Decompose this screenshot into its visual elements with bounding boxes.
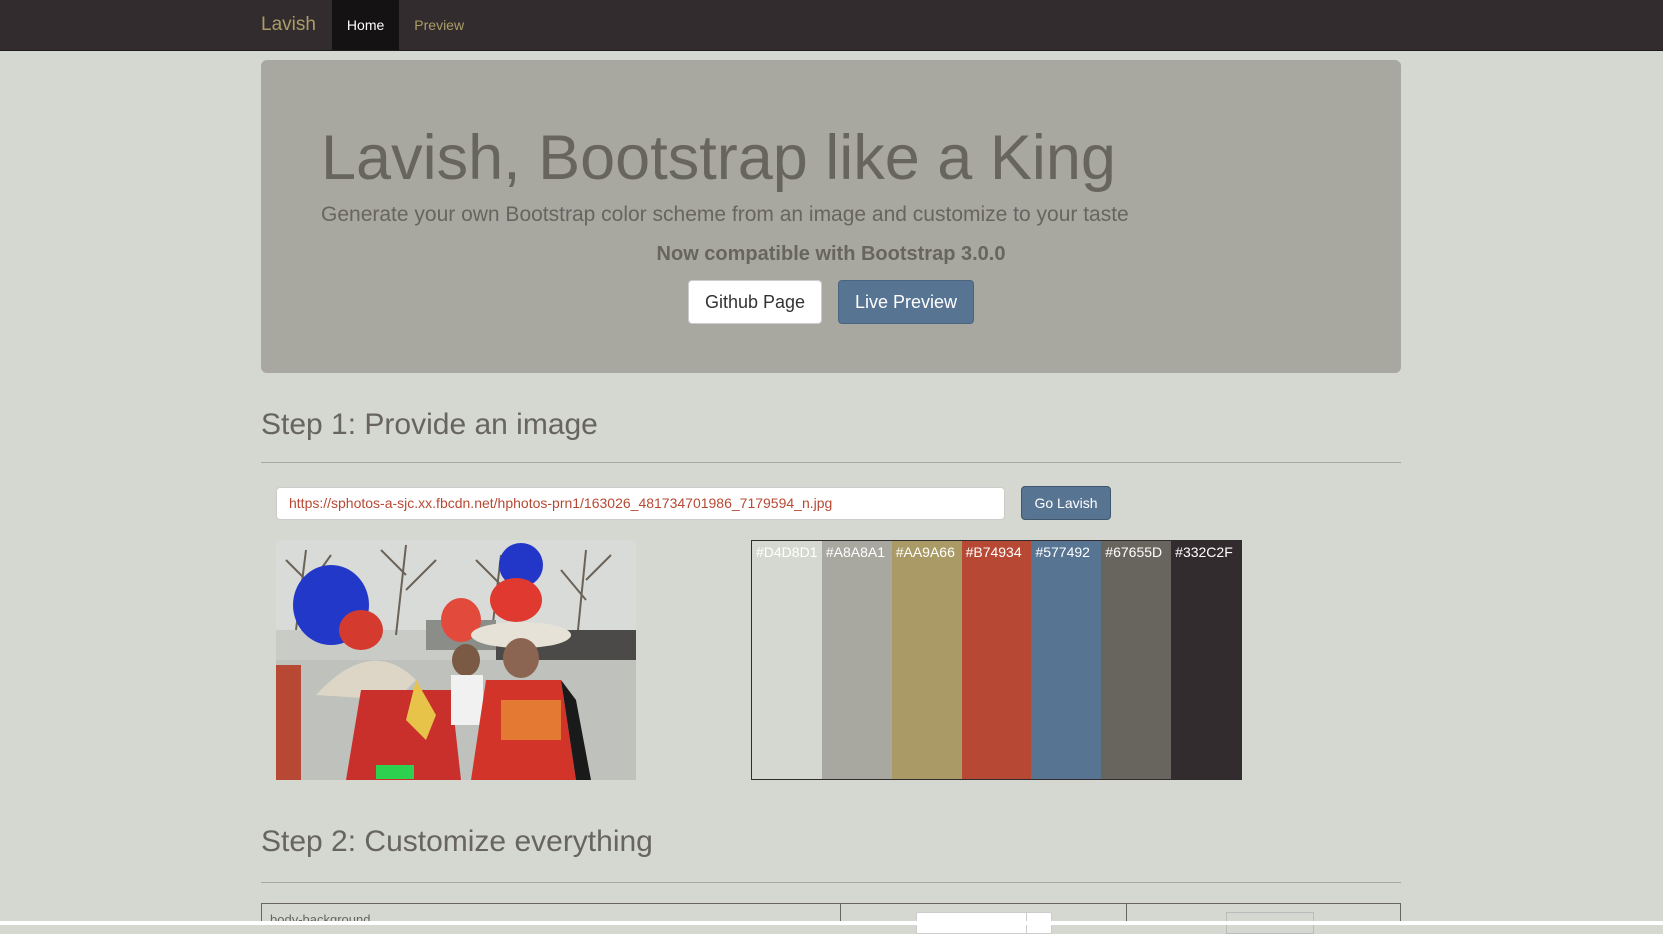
hero-jumbotron: Lavish, Bootstrap like a King Generate y… [261,60,1401,373]
live-preview-button[interactable]: Live Preview [838,280,974,324]
navbar-content: Lavish Home Preview [261,0,479,50]
go-lavish-button[interactable]: Go Lavish [1021,486,1111,520]
palette-swatch[interactable]: #D4D8D1 [752,541,822,779]
nav-item-preview[interactable]: Preview [399,0,479,50]
step1-divider [261,462,1401,463]
palette-swatch[interactable]: #67655D [1101,541,1172,779]
top-navbar: Lavish Home Preview [0,0,1663,51]
palette-swatch[interactable]: #B74934 [961,541,1032,779]
source-image [276,540,636,780]
color-palette: #D4D8D1 #A8A8A1 #AA9A66 #B74934 #577492 #6765… [751,540,1242,780]
compat-notice: Now compatible with Bootstrap 3.0.0 [656,243,1006,265]
palette-swatch[interactable]: #AA9A66 [891,541,962,779]
hero-lead: Generate your own Bootstrap color scheme… [321,203,1129,226]
brand-link[interactable]: Lavish [261,0,332,50]
step2-heading: Step 2: Customize everything [261,825,653,858]
step2-divider [261,882,1401,883]
palette-swatch[interactable]: #332C2F [1171,541,1242,779]
github-page-button[interactable]: Github Page [688,280,822,324]
palette-swatch[interactable]: #577492 [1031,541,1102,779]
palette-swatch[interactable]: #A8A8A1 [821,541,892,779]
image-url-input[interactable]: https://sphotos-a-sjc.xx.fbcdn.net/hphot… [276,487,1005,520]
hero-title: Lavish, Bootstrap like a King [321,123,1116,193]
bottom-edge [0,921,1663,925]
nav-item-home[interactable]: Home [331,0,400,50]
step1-heading: Step 1: Provide an image [261,408,598,441]
